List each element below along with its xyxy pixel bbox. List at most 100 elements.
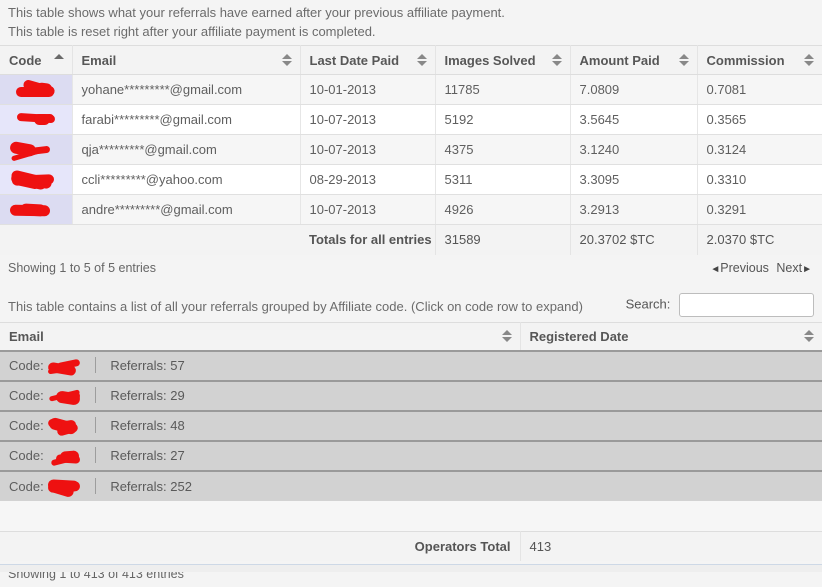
redacted-code-mark xyxy=(47,420,81,435)
group-row-content[interactable]: Code: Referrals: 29 xyxy=(0,381,822,411)
referrals-section: This table contains a list of all your r… xyxy=(0,292,822,587)
totals-amount-paid: 20.3702 $TC xyxy=(570,225,697,255)
column-header-email[interactable]: Email xyxy=(72,46,300,75)
redacted-code-mark xyxy=(47,390,81,405)
group-code-label: Code: xyxy=(9,358,47,373)
cell-email: farabi*********@gmail.com xyxy=(72,105,300,135)
cell-commission: 0.3124 xyxy=(697,135,822,165)
cell-amount-paid: 3.2913 xyxy=(570,195,697,225)
cell-images-solved: 5192 xyxy=(435,105,570,135)
referrals-table-toolbar: This table contains a list of all your r… xyxy=(0,292,822,322)
table-row[interactable]: qja*********@gmail.com10-07-201343753.12… xyxy=(0,135,822,165)
cell-commission: 0.3291 xyxy=(697,195,822,225)
table-row[interactable]: andre*********@gmail.com10-07-201349263.… xyxy=(0,195,822,225)
sort-both-icon[interactable] xyxy=(804,329,814,343)
table-row[interactable]: yohane*********@gmail.com10-01-201311785… xyxy=(0,75,822,105)
table-row[interactable]: ccli*********@yahoo.com08-29-201353113.3… xyxy=(0,165,822,195)
operators-total-label: Operators Total xyxy=(0,531,520,561)
redacted-code-mark xyxy=(9,83,55,98)
group-referrals-count: Referrals: 29 xyxy=(110,388,184,403)
column-header-last-date-paid[interactable]: Last Date Paid xyxy=(300,46,435,75)
group-code-label: Code: xyxy=(9,418,47,433)
cell-commission: 0.3310 xyxy=(697,165,822,195)
sort-both-icon[interactable] xyxy=(417,53,427,67)
referral-group-row[interactable]: Code: Referrals: 48 xyxy=(0,411,822,441)
referrals-table: Email Registered Date Code: Referrals: 5… xyxy=(0,322,822,562)
search-label: Search: xyxy=(626,296,671,311)
group-separator xyxy=(95,387,96,403)
column-header-commission[interactable]: Commission xyxy=(697,46,822,75)
referral-group-row[interactable]: Code: Referrals: 252 xyxy=(0,471,822,501)
table-row[interactable]: farabi*********@gmail.com10-07-201351923… xyxy=(0,105,822,135)
group-separator xyxy=(95,447,96,463)
cell-commission: 0.3565 xyxy=(697,105,822,135)
column-label-images-solved: Images Solved xyxy=(445,53,536,68)
group-row-content[interactable]: Code: Referrals: 48 xyxy=(0,411,822,441)
group-row-content[interactable]: Code: Referrals: 57 xyxy=(0,351,822,381)
earnings-table: Code Email Last Date Paid Images Solved … xyxy=(0,45,822,255)
cell-images-solved: 11785 xyxy=(435,75,570,105)
cell-last-date-paid: 10-07-2013 xyxy=(300,195,435,225)
redacted-code-mark xyxy=(9,173,55,188)
cell-email: andre*********@gmail.com xyxy=(72,195,300,225)
column-label-commission: Commission xyxy=(707,53,785,68)
group-code-label: Code: xyxy=(9,388,47,403)
column-label-referral-email: Email xyxy=(9,329,44,344)
column-label-last-date-paid: Last Date Paid xyxy=(310,53,400,68)
column-label-registered-date: Registered Date xyxy=(530,329,629,344)
cell-amount-paid: 3.5645 xyxy=(570,105,697,135)
cell-email: ccli*********@yahoo.com xyxy=(72,165,300,195)
table-spacer-cell xyxy=(0,501,822,531)
next-page-button[interactable]: Next► xyxy=(774,261,814,275)
column-header-registered-date[interactable]: Registered Date xyxy=(520,322,822,351)
previous-page-button[interactable]: ◄Previous xyxy=(708,261,771,275)
referral-group-row[interactable]: Code: Referrals: 29 xyxy=(0,381,822,411)
earnings-totals-row: Totals for all entries 31589 20.3702 $TC… xyxy=(0,225,822,255)
cell-last-date-paid: 10-01-2013 xyxy=(300,75,435,105)
cell-code xyxy=(0,165,72,195)
chevron-right-icon: ► xyxy=(802,264,812,275)
sort-both-icon[interactable] xyxy=(282,53,292,67)
group-referrals-count: Referrals: 48 xyxy=(110,418,184,433)
cell-code xyxy=(0,135,72,165)
cell-email: qja*********@gmail.com xyxy=(72,135,300,165)
search-container: Search: xyxy=(626,293,814,317)
sort-both-icon[interactable] xyxy=(679,53,689,67)
intro-text: This table shows what your referrals hav… xyxy=(0,0,822,45)
group-referrals-count: Referrals: 252 xyxy=(110,479,192,494)
referrals-totals-row: Operators Total 413 xyxy=(0,531,822,561)
totals-label: Totals for all entries xyxy=(300,225,435,255)
totals-spacer xyxy=(0,225,300,255)
group-row-content[interactable]: Code: Referrals: 252 xyxy=(0,471,822,501)
cell-last-date-paid: 10-07-2013 xyxy=(300,135,435,165)
intro-line-2: This table is reset right after your aff… xyxy=(8,22,814,41)
totals-images-solved: 31589 xyxy=(435,225,570,255)
group-row-content[interactable]: Code: Referrals: 27 xyxy=(0,441,822,471)
referral-group-row[interactable]: Code: Referrals: 57 xyxy=(0,351,822,381)
sort-ascending-icon[interactable] xyxy=(54,53,64,67)
sort-both-icon[interactable] xyxy=(804,53,814,67)
earnings-header-row: Code Email Last Date Paid Images Solved … xyxy=(0,46,822,75)
column-label-code: Code xyxy=(9,53,42,68)
table-spacer-row xyxy=(0,501,822,531)
group-separator xyxy=(95,478,96,494)
column-header-code[interactable]: Code xyxy=(0,46,72,75)
referral-group-row[interactable]: Code: Referrals: 27 xyxy=(0,441,822,471)
cell-amount-paid: 7.0809 xyxy=(570,75,697,105)
referrals-header-row: Email Registered Date xyxy=(0,322,822,351)
sort-both-icon[interactable] xyxy=(502,329,512,343)
sort-both-icon[interactable] xyxy=(552,53,562,67)
column-header-referral-email[interactable]: Email xyxy=(0,322,520,351)
column-header-amount-paid[interactable]: Amount Paid xyxy=(570,46,697,75)
redacted-code-mark xyxy=(9,113,55,128)
totals-commission: 2.0370 $TC xyxy=(697,225,822,255)
previous-page-label: Previous xyxy=(720,261,769,275)
column-header-images-solved[interactable]: Images Solved xyxy=(435,46,570,75)
search-input[interactable] xyxy=(679,293,814,317)
cell-last-date-paid: 08-29-2013 xyxy=(300,165,435,195)
earnings-pagination: ◄Previous Next► xyxy=(708,259,814,279)
chevron-left-icon: ◄ xyxy=(710,264,720,275)
cell-code xyxy=(0,75,72,105)
redacted-code-mark xyxy=(47,360,81,375)
group-separator xyxy=(95,357,96,373)
